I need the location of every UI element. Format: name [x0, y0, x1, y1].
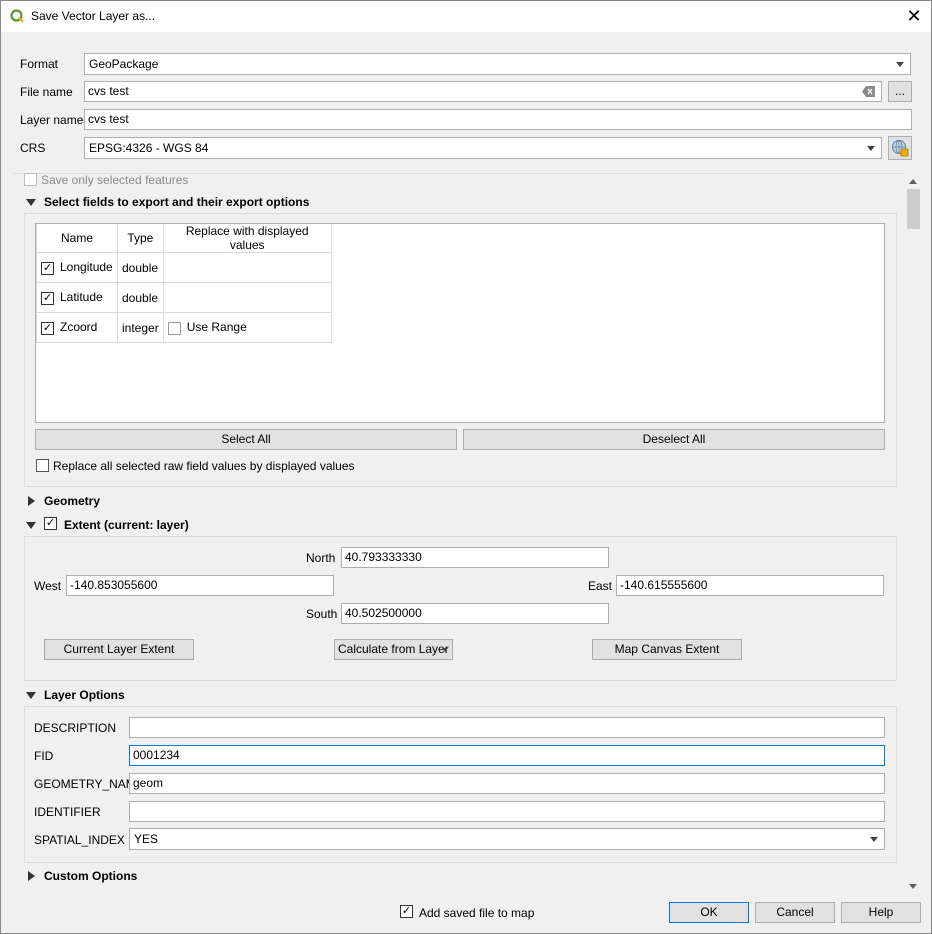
- format-label: Format: [20, 57, 59, 71]
- use-range-label: Use Range: [186, 320, 247, 335]
- title-bar: Save Vector Layer as... ✕: [1, 1, 931, 32]
- crs-selector-button[interactable]: [888, 136, 912, 160]
- identifier-input[interactable]: [129, 801, 885, 822]
- table-row: ✓ Zcoord integer Use Range: [36, 312, 332, 343]
- east-label: East: [588, 579, 613, 593]
- description-input[interactable]: [129, 717, 885, 738]
- clear-icon[interactable]: [862, 86, 875, 97]
- field-name-cell[interactable]: ✓ Zcoord: [36, 312, 118, 343]
- replace-all-checkbox[interactable]: [36, 459, 49, 472]
- fid-label: FID: [34, 749, 54, 763]
- column-header-type[interactable]: Type: [117, 224, 164, 253]
- collapse-arrow-icon[interactable]: [26, 692, 36, 699]
- expand-arrow-icon[interactable]: [28, 871, 35, 881]
- spatial-index-value: YES: [134, 832, 159, 846]
- field-name: Latitude: [60, 290, 103, 305]
- qgis-logo-icon: [10, 9, 24, 23]
- field-checkbox[interactable]: ✓: [41, 261, 54, 275]
- map-canvas-extent-button[interactable]: Map Canvas Extent: [592, 639, 742, 660]
- dropdown-arrow-icon: [442, 648, 448, 652]
- table-row: ✓ Longitude double: [36, 252, 332, 283]
- save-selected-label: Save only selected features: [41, 173, 189, 187]
- filename-value: cvs test: [88, 84, 129, 98]
- geometry-name-input[interactable]: geom: [129, 773, 885, 794]
- fields-table: Name Type Replace with displayed values …: [36, 224, 332, 343]
- east-input[interactable]: -140.615555600: [616, 575, 884, 596]
- add-to-map-label: Add saved file to map: [419, 906, 535, 920]
- chevron-down-icon: [870, 837, 878, 842]
- field-checkbox[interactable]: ✓: [41, 291, 54, 305]
- browse-button[interactable]: ...: [888, 81, 912, 102]
- save-selected-checkbox[interactable]: [24, 173, 37, 186]
- identifier-label: IDENTIFIER: [34, 805, 101, 819]
- filename-label: File name: [20, 85, 73, 99]
- chevron-down-icon: [867, 146, 875, 151]
- help-button[interactable]: Help: [841, 902, 921, 923]
- cancel-button[interactable]: Cancel: [755, 902, 835, 923]
- field-name-cell[interactable]: ✓ Longitude: [36, 252, 118, 283]
- current-layer-extent-button[interactable]: Current Layer Extent: [44, 639, 194, 660]
- deselect-all-button[interactable]: Deselect All: [463, 429, 885, 450]
- field-name-cell[interactable]: ✓ Latitude: [36, 282, 118, 313]
- crs-value: EPSG:4326 - WGS 84: [89, 141, 209, 155]
- scroll-up-icon[interactable]: [909, 179, 917, 184]
- calculate-from-layer-label: Calculate from Layer: [338, 642, 449, 656]
- use-range-checkbox[interactable]: [167, 321, 181, 335]
- geometry-section-title[interactable]: Geometry: [44, 494, 100, 508]
- north-input[interactable]: 40.793333330: [341, 547, 609, 568]
- vertical-scrollbar[interactable]: [905, 173, 922, 895]
- extent-section-title[interactable]: Extent (current: layer): [64, 518, 189, 532]
- layername-label: Layer name: [20, 113, 84, 127]
- format-combo[interactable]: GeoPackage: [84, 53, 911, 75]
- spatial-index-combo[interactable]: YES: [129, 828, 885, 850]
- add-to-map-checkbox[interactable]: ✓: [400, 905, 413, 918]
- close-icon[interactable]: ✕: [903, 5, 925, 27]
- collapse-arrow-icon[interactable]: [26, 522, 36, 529]
- field-replace-cell[interactable]: Use Range: [162, 312, 332, 343]
- format-value: GeoPackage: [89, 57, 159, 71]
- crs-combo[interactable]: EPSG:4326 - WGS 84: [84, 137, 882, 159]
- window-title: Save Vector Layer as...: [31, 9, 156, 23]
- field-replace-cell[interactable]: [162, 282, 332, 313]
- select-all-button[interactable]: Select All: [35, 429, 457, 450]
- west-label: West: [34, 579, 62, 593]
- save-vector-layer-dialog: Save Vector Layer as... ✕ Format GeoPack…: [0, 0, 932, 934]
- table-row: ✓ Latitude double: [36, 282, 332, 313]
- layername-input[interactable]: cvs test: [84, 109, 912, 130]
- north-label: North: [306, 551, 336, 565]
- scroll-down-icon[interactable]: [909, 884, 917, 889]
- fid-input[interactable]: 0001234: [129, 745, 885, 766]
- description-label: DESCRIPTION: [34, 721, 117, 735]
- custom-options-section-title[interactable]: Custom Options: [44, 869, 137, 883]
- south-label: South: [306, 607, 338, 621]
- fields-section-title[interactable]: Select fields to export and their export…: [44, 195, 309, 209]
- field-type-cell: double: [117, 282, 164, 313]
- column-header-replace[interactable]: Replace with displayed values: [162, 224, 332, 253]
- west-input[interactable]: -140.853055600: [66, 575, 334, 596]
- filename-input[interactable]: cvs test: [84, 81, 882, 102]
- expand-arrow-icon[interactable]: [28, 496, 35, 506]
- calculate-from-layer-button[interactable]: Calculate from Layer: [334, 639, 453, 660]
- chevron-down-icon: [896, 62, 904, 67]
- south-input[interactable]: 40.502500000: [341, 603, 609, 624]
- field-type-cell: integer: [117, 312, 164, 343]
- layer-options-section-title[interactable]: Layer Options: [44, 688, 125, 702]
- field-name: Zcoord: [60, 320, 98, 335]
- extent-checkbox[interactable]: ✓: [44, 517, 57, 530]
- scroll-thumb[interactable]: [907, 189, 920, 229]
- ok-button[interactable]: OK: [669, 902, 749, 923]
- field-checkbox[interactable]: ✓: [41, 321, 54, 335]
- column-header-name[interactable]: Name: [36, 224, 118, 253]
- crs-label: CRS: [20, 141, 46, 155]
- spatial-index-label: SPATIAL_INDEX: [34, 833, 125, 847]
- replace-all-label: Replace all selected raw field values by…: [53, 459, 355, 473]
- globe-icon: [892, 140, 909, 157]
- collapse-arrow-icon[interactable]: [26, 199, 36, 206]
- geometry-name-label: GEOMETRY_NAME: [34, 777, 144, 791]
- table-header-row: Name Type Replace with displayed values: [36, 224, 332, 253]
- field-type-cell: double: [117, 252, 164, 283]
- field-replace-cell[interactable]: [162, 252, 332, 283]
- field-name: Longitude: [60, 260, 113, 275]
